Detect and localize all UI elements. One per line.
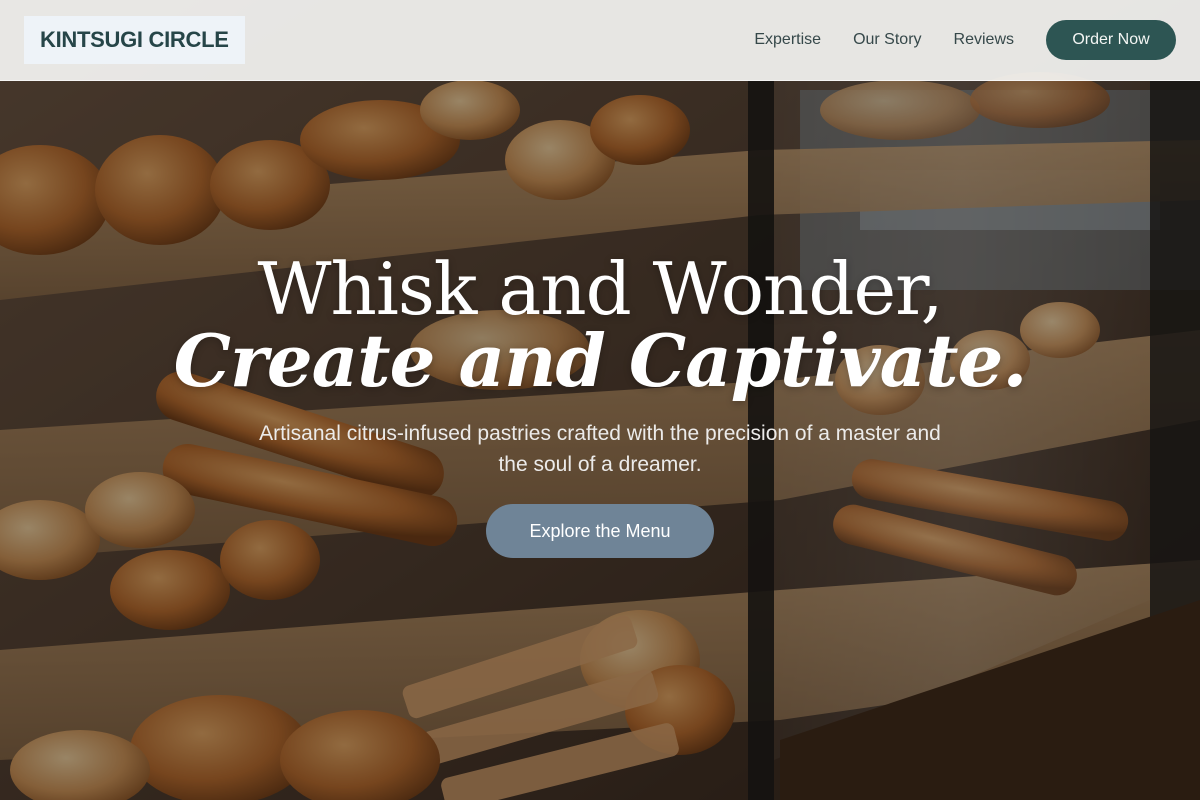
site-header: KINTSUGI CIRCLE Expertise Our Story Revi… bbox=[0, 0, 1200, 81]
hero-subtitle: Artisanal citrus-infused pastries crafte… bbox=[259, 422, 941, 476]
hero-headline: Whisk and Wonder, Create and Captivate. bbox=[0, 250, 1200, 403]
nav-link-expertise[interactable]: Expertise bbox=[754, 31, 821, 49]
brand-logo[interactable]: KINTSUGI CIRCLE bbox=[24, 16, 245, 64]
hero-section: Whisk and Wonder, Create and Captivate. … bbox=[0, 250, 1200, 558]
order-now-button[interactable]: Order Now bbox=[1046, 20, 1176, 60]
nav-link-our-story[interactable]: Our Story bbox=[853, 31, 921, 49]
nav-link-reviews[interactable]: Reviews bbox=[954, 31, 1014, 49]
explore-menu-button[interactable]: Explore the Menu bbox=[486, 504, 714, 558]
hero-headline-line2: Create and Captivate. bbox=[173, 318, 1028, 403]
main-nav: Expertise Our Story Reviews Order Now bbox=[722, 20, 1176, 60]
